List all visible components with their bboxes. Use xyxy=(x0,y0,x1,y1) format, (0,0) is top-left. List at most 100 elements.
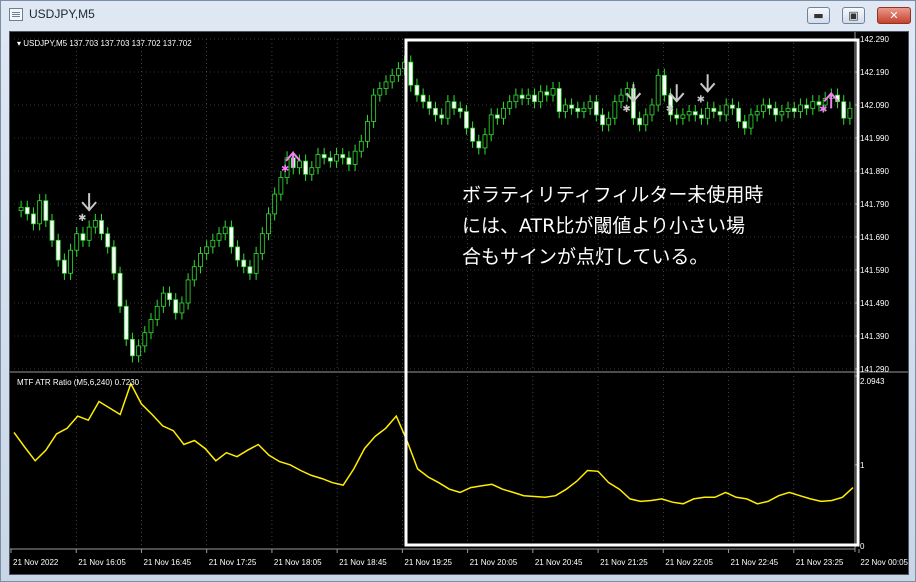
candle-body xyxy=(433,107,438,116)
candle-body xyxy=(760,104,766,112)
time-axis-label: 21 Nov 18:45 xyxy=(339,558,387,567)
candle-body xyxy=(464,111,469,129)
candle-body xyxy=(272,193,278,215)
candle-body xyxy=(352,150,358,165)
candle-body xyxy=(692,111,698,116)
candle-body xyxy=(105,233,111,248)
buy-star-icon: ✱ xyxy=(281,164,289,175)
maximize-button[interactable]: ▣ xyxy=(842,7,865,24)
candle-body xyxy=(123,305,129,340)
time-axis-label: 21 Nov 19:25 xyxy=(404,558,452,567)
candle-body xyxy=(705,107,711,119)
candle-body xyxy=(717,111,723,116)
time-axis-label: 21 Nov 22:05 xyxy=(665,558,713,567)
candle-body xyxy=(222,226,228,235)
candle-body xyxy=(297,160,302,169)
candle-body xyxy=(111,246,117,274)
candle-body xyxy=(55,239,61,261)
candle-body xyxy=(278,177,284,195)
candle-body xyxy=(235,246,240,261)
time-axis-label: 21 Nov 17:25 xyxy=(209,558,257,567)
candle-body xyxy=(810,101,816,109)
candle-body xyxy=(538,91,544,103)
candle-body xyxy=(581,107,587,113)
candle-body xyxy=(711,107,717,113)
sell-arrow-icon xyxy=(81,193,97,212)
candle-body xyxy=(439,114,445,119)
candle-body xyxy=(389,74,395,83)
sell-star-icon: ✱ xyxy=(78,213,86,224)
candle-body xyxy=(241,259,247,268)
candle-body xyxy=(179,302,185,314)
candle-body xyxy=(334,154,339,162)
candle-body xyxy=(365,121,370,142)
candle-body xyxy=(470,127,476,142)
annotation-text: ボラティリティフィルター未使用時 には、ATR比が閾値より小さい場 合もサインが… xyxy=(462,180,802,273)
candle-body xyxy=(785,107,791,113)
candle-body xyxy=(445,101,451,119)
candle-body xyxy=(798,104,803,112)
candle-body xyxy=(779,111,785,116)
candle-body xyxy=(61,259,67,274)
buy-star-icon: ✱ xyxy=(819,104,827,115)
dropdown-triangle-icon[interactable]: ▾ xyxy=(17,39,21,48)
minimize-button[interactable]: ▬ xyxy=(807,7,830,24)
candle-body xyxy=(371,94,377,122)
close-button[interactable]: ✕ xyxy=(877,7,911,24)
title-bar[interactable]: USDJPY,M5 ▬ ▣ ✕ xyxy=(1,1,915,29)
candle-body xyxy=(482,134,488,149)
time-axis-label: 21 Nov 23:25 xyxy=(796,558,844,567)
candle-body xyxy=(736,107,741,122)
candle-body xyxy=(327,157,333,162)
candle-body xyxy=(80,233,86,241)
price-axis-label: 141.390 xyxy=(860,332,889,341)
candle-body xyxy=(643,114,649,126)
candle-body xyxy=(841,101,847,119)
chart-canvas[interactable]: 142.290 142.190 142.090 141.990 141.890 141.7… xyxy=(10,32,909,575)
time-axis-label: 21 Nov 21:25 xyxy=(600,558,648,567)
candle-body xyxy=(49,220,55,241)
candle-body xyxy=(767,104,772,109)
chart-area[interactable]: 142.290 142.190 142.090 141.990 141.890 141.7… xyxy=(9,31,909,575)
candle-body xyxy=(191,266,197,281)
candle-body xyxy=(556,88,562,113)
candle-body xyxy=(136,345,142,357)
sell-arrow-icon xyxy=(699,74,716,93)
sell-star-icon: ✱ xyxy=(697,94,705,105)
candle-body xyxy=(655,74,661,106)
candle-body xyxy=(426,101,432,109)
candle-body xyxy=(612,101,618,119)
candle-body xyxy=(754,111,760,116)
candle-body xyxy=(457,107,463,113)
candle-body xyxy=(550,88,556,96)
time-axis-label: 21 Nov 20:05 xyxy=(470,558,518,567)
candle-body xyxy=(266,213,271,235)
time-axis-label: 21 Nov 22:45 xyxy=(731,558,779,567)
candle-body xyxy=(216,233,222,241)
time-axis-label: 21 Nov 16:05 xyxy=(78,558,126,567)
candle-body xyxy=(86,226,92,241)
time-axis-label: 21 Nov 16:45 xyxy=(143,558,191,567)
candle-body xyxy=(488,114,494,136)
annotation-line-2: には、ATR比が閾値より小さい場 xyxy=(462,215,745,237)
candle-body xyxy=(130,338,135,357)
indicator-header: MTF ATR Ratio (M5,6,240) 0.7230 xyxy=(17,378,140,387)
candle-body xyxy=(847,107,853,119)
candle-body xyxy=(513,94,519,103)
candle-body xyxy=(680,114,686,119)
candle-body xyxy=(587,101,593,109)
candle-body xyxy=(321,154,327,159)
candle-body xyxy=(476,140,482,149)
candle-body xyxy=(18,206,24,212)
candle-body xyxy=(451,101,457,109)
price-axis-label: 141.890 xyxy=(860,167,889,176)
atr-ratio-line xyxy=(13,381,854,505)
candle-body xyxy=(173,299,179,314)
candle-body xyxy=(154,305,160,320)
candle-body xyxy=(43,200,49,221)
candle-body xyxy=(37,200,43,225)
indicator-axis-label: 0 xyxy=(860,542,865,551)
candle-body xyxy=(210,239,216,248)
candle-body xyxy=(395,68,401,76)
candle-body xyxy=(315,154,321,169)
